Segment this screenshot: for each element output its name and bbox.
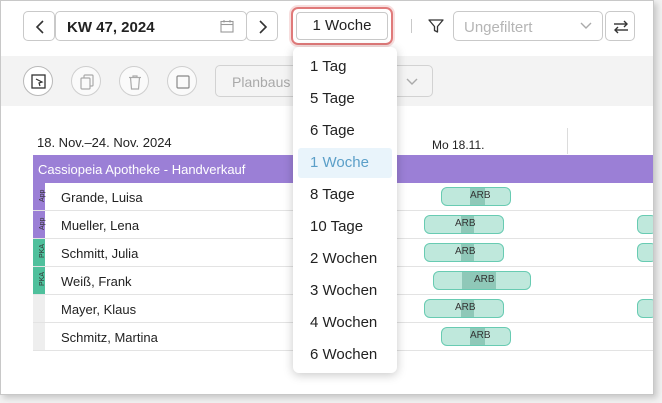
shift-block[interactable]: ARB bbox=[441, 327, 511, 346]
week-picker[interactable]: KW 47, 2024 bbox=[55, 11, 247, 41]
copy-icon bbox=[80, 74, 94, 90]
employee-name: Schmitz, Martina bbox=[61, 330, 158, 345]
transfer-button[interactable] bbox=[605, 11, 635, 41]
shift-label: ARB bbox=[455, 302, 476, 313]
app-window: KW 47, 2024 1 Woche Ungefiltert Planbaus… bbox=[0, 0, 654, 395]
shift-label: ARB bbox=[470, 330, 491, 341]
role-tag-label: PKA bbox=[39, 271, 46, 286]
cursor-select-icon bbox=[31, 74, 46, 89]
role-tag: PKA bbox=[33, 239, 46, 267]
toolbar-divider bbox=[411, 19, 412, 33]
period-select-highlight: 1 Woche bbox=[291, 7, 393, 45]
employee-name: Grande, Luisa bbox=[61, 190, 143, 205]
shift-block[interactable]: ARB bbox=[424, 215, 504, 234]
period-option[interactable]: 4 Wochen bbox=[298, 308, 392, 338]
chevron-down-icon bbox=[406, 78, 418, 85]
shift-label: ARB bbox=[474, 274, 495, 285]
trash-icon bbox=[129, 75, 141, 90]
shift-block[interactable]: ARB bbox=[424, 299, 504, 318]
shift-label: ARB bbox=[470, 190, 491, 201]
shift-block[interactable]: ARB bbox=[433, 271, 531, 290]
checkbox-button[interactable] bbox=[167, 66, 197, 96]
role-tag: App bbox=[33, 211, 46, 239]
period-option[interactable]: 10 Tage bbox=[298, 212, 392, 242]
role-tag-label: App bbox=[39, 189, 46, 202]
select-tool-button[interactable] bbox=[23, 66, 53, 96]
role-tag-label: App bbox=[39, 217, 46, 230]
column-divider bbox=[567, 128, 568, 154]
shift-block[interactable]: ARB bbox=[441, 187, 511, 206]
role-tag-label: PKA bbox=[39, 243, 46, 258]
role-tag: PKA bbox=[33, 267, 46, 295]
filter-placeholder: Ungefiltert bbox=[464, 19, 533, 36]
calendar-icon bbox=[220, 20, 234, 33]
period-option[interactable]: 3 Wochen bbox=[298, 276, 392, 306]
filter-select[interactable]: Ungefiltert bbox=[453, 11, 603, 41]
transfer-icon bbox=[614, 20, 628, 34]
shift-label: ARB bbox=[455, 218, 476, 229]
filter-icon[interactable] bbox=[427, 17, 445, 35]
employee-name: Schmitt, Julia bbox=[61, 246, 139, 261]
period-option[interactable]: 6 Tage bbox=[298, 116, 392, 146]
chevron-right-icon bbox=[259, 20, 268, 34]
employee-name: Mueller, Lena bbox=[61, 218, 140, 233]
next-week-button[interactable] bbox=[246, 11, 278, 41]
plan-button-label: Planbaus bbox=[232, 74, 291, 90]
employee-name: Mayer, Klaus bbox=[61, 302, 137, 317]
shift-block-next-day[interactable] bbox=[637, 215, 653, 234]
chevron-left-icon bbox=[35, 20, 44, 34]
role-tag: App bbox=[33, 183, 46, 211]
square-icon bbox=[176, 75, 190, 89]
role-tag bbox=[33, 323, 45, 351]
shift-block[interactable]: ARB bbox=[424, 243, 504, 262]
week-label: KW 47, 2024 bbox=[67, 19, 155, 36]
period-option[interactable]: 8 Tage bbox=[298, 180, 392, 210]
period-select[interactable]: 1 Woche bbox=[296, 12, 388, 40]
period-option[interactable]: 5 Tage bbox=[298, 84, 392, 114]
copy-button[interactable] bbox=[71, 66, 101, 96]
period-option[interactable]: 6 Wochen bbox=[298, 340, 392, 370]
employee-name: Weiß, Frank bbox=[61, 274, 132, 289]
day-column-header: Mo 18.11. bbox=[432, 138, 485, 152]
period-dropdown: 1 Tag 5 Tage 6 Tage 1 Woche 8 Tage 10 Tage 2 W… bbox=[293, 47, 397, 373]
period-option[interactable]: 1 Tag bbox=[298, 52, 392, 82]
shift-block-next-day[interactable] bbox=[637, 299, 653, 318]
shift-block-next-day[interactable] bbox=[637, 243, 653, 262]
date-range-label: 18. Nov.–24. Nov. 2024 bbox=[37, 135, 172, 150]
chevron-down-icon bbox=[580, 22, 592, 29]
period-option[interactable]: 2 Wochen bbox=[298, 244, 392, 274]
group-label: Cassiopeia Apotheke - Handverkauf bbox=[38, 162, 246, 177]
shift-label: ARB bbox=[455, 246, 476, 257]
period-option[interactable]: 1 Woche bbox=[298, 148, 392, 178]
previous-week-button[interactable] bbox=[23, 11, 55, 41]
role-tag bbox=[33, 295, 45, 323]
delete-button[interactable] bbox=[119, 66, 149, 96]
